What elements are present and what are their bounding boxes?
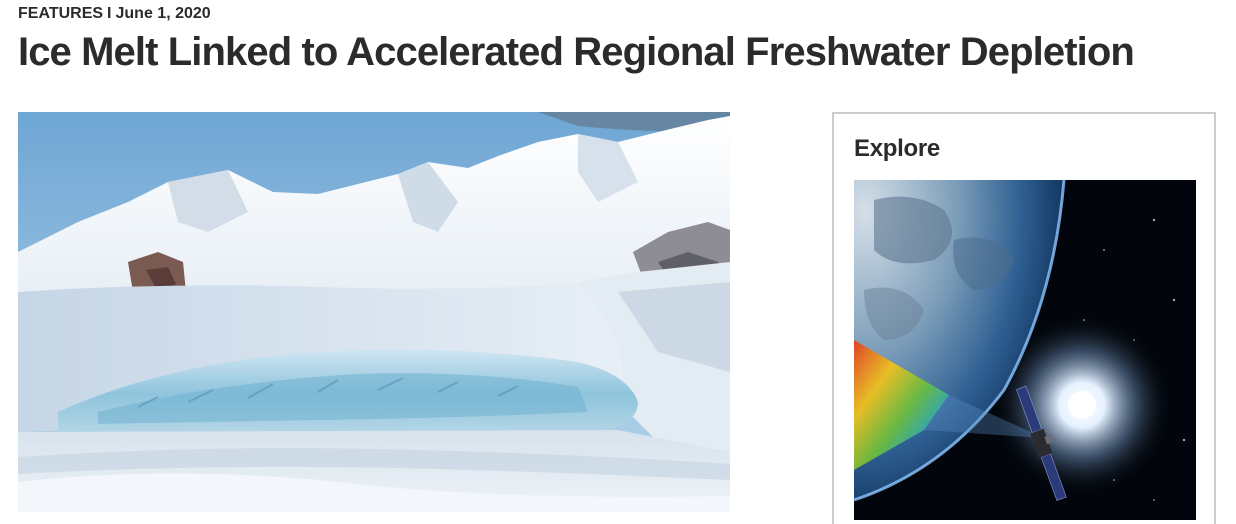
explore-thumbnail-link[interactable] xyxy=(854,180,1196,520)
explore-sidebar: Explore xyxy=(832,112,1216,524)
article-kicker: FEATURES I June 1, 2020 xyxy=(18,5,211,23)
publish-date: June 1, 2020 xyxy=(115,5,211,22)
section-link[interactable]: FEATURES xyxy=(18,5,103,22)
explore-heading: Explore xyxy=(854,135,940,162)
article-title: Ice Melt Linked to Accelerated Regional … xyxy=(18,30,1135,74)
glacier-photo xyxy=(18,112,730,512)
satellite-earth-illustration xyxy=(854,180,1196,520)
kicker-separator: I xyxy=(107,5,112,22)
hero-image xyxy=(18,112,730,512)
article-page: FEATURES I June 1, 2020 Ice Melt Linked to… xyxy=(0,0,1236,524)
